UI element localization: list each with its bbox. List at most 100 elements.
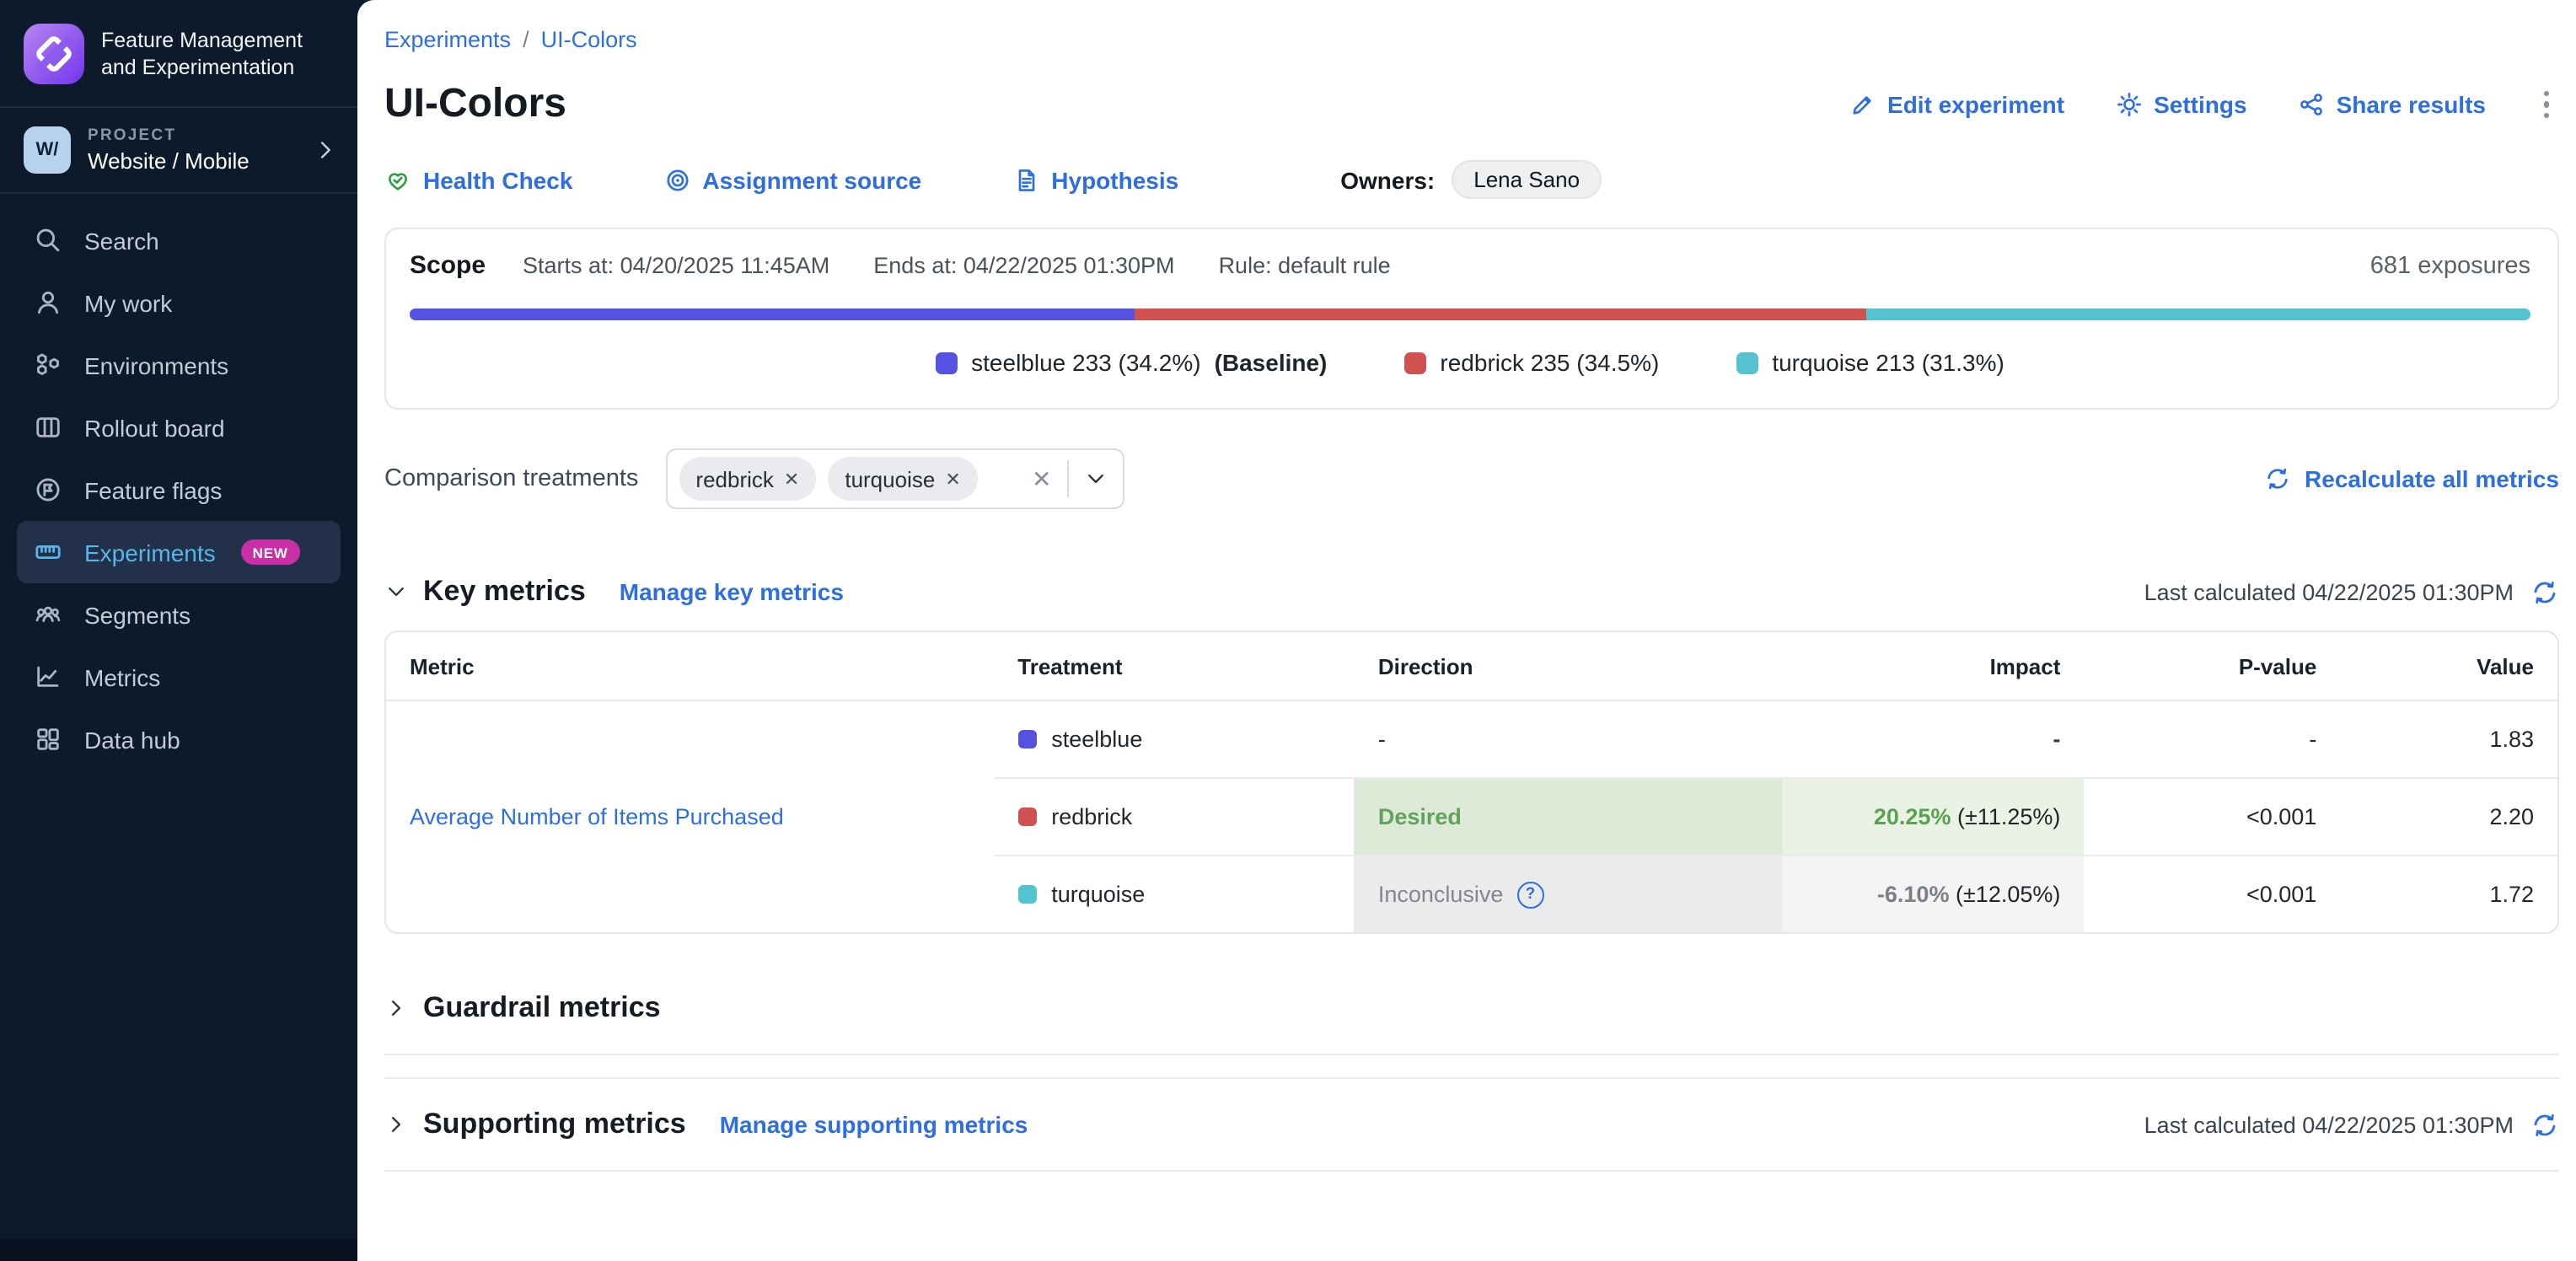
key-metrics-title: Key metrics bbox=[423, 575, 586, 609]
value-cell: 1.83 bbox=[2340, 700, 2557, 778]
sidebar-item-label: Feature flags bbox=[84, 476, 222, 503]
scope-title: Scope bbox=[410, 251, 486, 280]
chip-turquoise[interactable]: turquoise bbox=[828, 457, 977, 501]
col-impact: Impact bbox=[1782, 632, 2084, 700]
value-cell: 2.20 bbox=[2340, 778, 2557, 856]
app-logo-icon bbox=[24, 24, 84, 84]
document-icon bbox=[1012, 166, 1039, 193]
recalculate-all-metrics-button[interactable]: Recalculate all metrics bbox=[2264, 465, 2559, 492]
more-options-button[interactable] bbox=[2533, 88, 2559, 122]
help-icon[interactable] bbox=[1516, 881, 1543, 908]
value-cell: 1.72 bbox=[2340, 856, 2557, 932]
direction-cell: Inconclusive bbox=[1355, 856, 1782, 932]
grid-icon bbox=[34, 725, 62, 754]
columns-icon bbox=[34, 413, 62, 442]
sidebar-item-rollout-board[interactable]: Rollout board bbox=[17, 396, 341, 459]
assignment-source-link[interactable]: Assignment source bbox=[663, 166, 921, 193]
sidebar-item-environments[interactable]: Environments bbox=[17, 334, 341, 396]
sidebar: Feature Management and Experimentation W… bbox=[0, 0, 357, 1261]
sidebar-item-label: Experiments bbox=[84, 539, 216, 566]
project-name: Website / Mobile bbox=[88, 148, 297, 174]
select-divider bbox=[1066, 460, 1068, 497]
sidebar-item-my-work[interactable]: My work bbox=[17, 271, 341, 334]
app-window: Feature Management and Experimentation W… bbox=[0, 0, 2576, 1261]
sidebar-item-label: Metrics bbox=[84, 663, 160, 690]
sidebar-menu: Search My work Environments Rollout boar… bbox=[0, 194, 357, 786]
chevron-down-icon[interactable] bbox=[384, 580, 408, 604]
owners: Owners: Lena Sano bbox=[1340, 160, 1602, 199]
share-results-button[interactable]: Share results bbox=[2298, 91, 2486, 118]
header-actions: Edit experiment Settings Share results bbox=[1849, 88, 2559, 122]
sidebar-item-label: Segments bbox=[84, 601, 191, 628]
impact-cell: - bbox=[1782, 700, 2084, 778]
sidebar-item-segments[interactable]: Segments bbox=[17, 583, 341, 646]
settings-button[interactable]: Settings bbox=[2115, 91, 2246, 118]
sidebar-item-search[interactable]: Search bbox=[17, 209, 341, 271]
exposures-count: 681 exposures bbox=[2370, 252, 2530, 279]
table-row: Average Number of Items Purchased steelb… bbox=[386, 700, 2557, 778]
metric-name-cell: Average Number of Items Purchased bbox=[386, 700, 994, 932]
chevron-right-icon[interactable] bbox=[384, 996, 408, 1020]
col-value: Value bbox=[2340, 632, 2557, 700]
scope-starts: Starts at: 04/20/2025 11:45AM bbox=[523, 253, 829, 278]
key-metrics-table-card: Metric Treatment Direction Impact P-valu… bbox=[384, 630, 2559, 934]
health-check-link[interactable]: Health Check bbox=[384, 166, 572, 193]
hypothesis-link[interactable]: Hypothesis bbox=[1012, 166, 1178, 193]
legend-item-steelblue: steelblue 233 (34.2%) (Baseline) bbox=[936, 349, 1327, 376]
col-p-value: P-value bbox=[2084, 632, 2340, 700]
clear-all-icon[interactable] bbox=[1032, 464, 1051, 493]
sidebar-item-metrics[interactable]: Metrics bbox=[17, 646, 341, 708]
section-divider bbox=[384, 1054, 2559, 1055]
turquoise-swatch bbox=[1736, 351, 1758, 373]
refresh-icon bbox=[2264, 465, 2291, 492]
chevron-down-icon[interactable] bbox=[1083, 467, 1107, 491]
scope-card: Scope Starts at: 04/20/2025 11:45AM Ends… bbox=[384, 228, 2559, 410]
project-switcher[interactable]: W/ PROJECT Website / Mobile bbox=[0, 108, 357, 192]
manage-supporting-metrics-link[interactable]: Manage supporting metrics bbox=[720, 1111, 1028, 1138]
refresh-icon[interactable] bbox=[2530, 577, 2559, 606]
search-icon bbox=[34, 226, 62, 255]
redbrick-swatch bbox=[1404, 351, 1426, 373]
heart-check-icon bbox=[384, 166, 411, 193]
manage-key-metrics-link[interactable]: Manage key metrics bbox=[620, 578, 844, 605]
page-title: UI-Colors bbox=[384, 81, 566, 128]
pencil-icon bbox=[1849, 91, 1876, 118]
key-metrics-header: Key metrics Manage key metrics Last calc… bbox=[384, 575, 2559, 609]
comparison-treatments-select[interactable]: redbrick turquoise bbox=[665, 448, 1124, 509]
sidebar-item-experiments[interactable]: Experiments NEW bbox=[17, 521, 341, 583]
main-area: Experiments / UI-Colors UI-Colors Edit e… bbox=[357, 0, 2576, 1261]
table-header-row: Metric Treatment Direction Impact P-valu… bbox=[386, 632, 2557, 700]
content-panel: Experiments / UI-Colors UI-Colors Edit e… bbox=[357, 0, 2576, 1261]
remove-chip-icon[interactable] bbox=[784, 468, 799, 490]
hexagons-icon bbox=[34, 351, 62, 379]
refresh-icon[interactable] bbox=[2530, 1110, 2559, 1139]
section-divider bbox=[384, 1077, 2559, 1079]
sidebar-item-label: Rollout board bbox=[84, 414, 225, 441]
edit-experiment-button[interactable]: Edit experiment bbox=[1849, 91, 2064, 118]
owner-pill[interactable]: Lena Sano bbox=[1452, 160, 1602, 199]
breadcrumb-ui-colors[interactable]: UI-Colors bbox=[541, 27, 637, 52]
steelblue-swatch bbox=[936, 351, 958, 373]
col-treatment: Treatment bbox=[994, 632, 1355, 700]
breadcrumb-experiments[interactable]: Experiments bbox=[384, 27, 511, 52]
treatment-cell: redbrick bbox=[994, 778, 1355, 856]
supporting-metrics-last-calculated: Last calculated 04/22/2025 01:30PM bbox=[2144, 1110, 2559, 1139]
guardrail-metrics-header: Guardrail metrics bbox=[384, 991, 2559, 1025]
chip-redbrick[interactable]: redbrick bbox=[679, 457, 816, 501]
steelblue-swatch bbox=[1017, 730, 1036, 749]
app-logo-header: Feature Management and Experimentation bbox=[0, 0, 357, 106]
target-icon bbox=[663, 166, 690, 193]
sidebar-footer bbox=[0, 1239, 357, 1261]
scope-rule: Rule: default rule bbox=[1219, 253, 1391, 278]
treatment-cell: turquoise bbox=[994, 856, 1355, 932]
share-icon bbox=[2298, 91, 2325, 118]
remove-chip-icon[interactable] bbox=[945, 468, 960, 490]
impact-cell: -6.10% (±12.05%) bbox=[1782, 856, 2084, 932]
p-value-cell: <0.001 bbox=[2084, 856, 2340, 932]
sidebar-item-feature-flags[interactable]: Feature flags bbox=[17, 459, 341, 521]
user-icon bbox=[34, 288, 62, 317]
chevron-right-icon[interactable] bbox=[384, 1113, 408, 1136]
sidebar-item-data-hub[interactable]: Data hub bbox=[17, 708, 341, 770]
section-divider bbox=[384, 1170, 2559, 1172]
metric-link[interactable]: Average Number of Items Purchased bbox=[410, 804, 784, 829]
